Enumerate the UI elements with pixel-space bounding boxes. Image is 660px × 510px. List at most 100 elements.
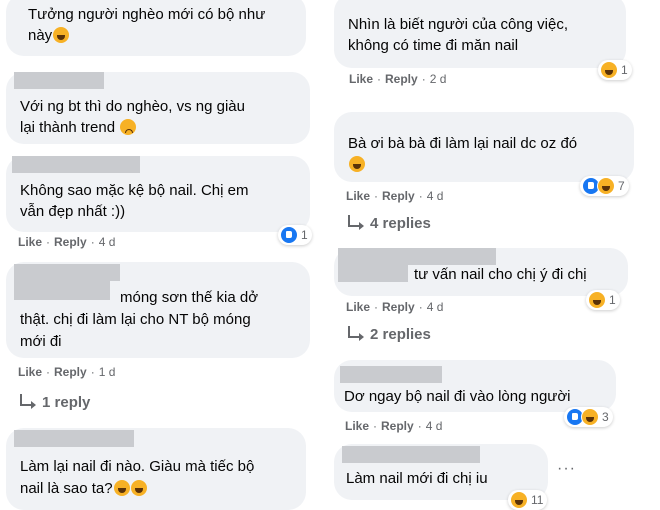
reaction-count: 1 <box>609 293 616 307</box>
comment-bubble: Tưởng người nghèo mới có bộ như này <box>6 0 306 56</box>
comment-text: Với ng bt thì do nghèo, vs ng giàu lại t… <box>20 98 245 136</box>
comment-bubble: Bà ơi bà bà đi làm lại nail dc oz đó <box>334 112 634 182</box>
reaction-summary[interactable]: 7 <box>580 176 629 196</box>
redacted-username <box>338 265 408 282</box>
separator: · <box>90 235 95 249</box>
separator: · <box>46 235 51 249</box>
comment-actions: Like · Reply · 4 d <box>18 235 115 249</box>
reaction-summary[interactable]: 3 <box>564 407 613 427</box>
comment-bubble: Dơ ngay bộ nail đi vào lòng người <box>334 360 616 412</box>
separator: · <box>418 189 423 203</box>
comment-bubble: Nhìn là biết người của công việc, không … <box>334 0 626 68</box>
laughing-emoji-icon <box>349 156 365 172</box>
reply-button[interactable]: Reply <box>382 300 415 314</box>
replies-count: 4 replies <box>370 215 431 232</box>
reply-button[interactable]: Reply <box>54 365 87 379</box>
separator: · <box>90 365 95 379</box>
haha-icon <box>581 408 599 426</box>
separator: · <box>374 189 379 203</box>
comment-actions: Like · Reply · 4 d <box>346 189 443 203</box>
comment-bubble: Không sao mặc kệ bộ nail. Chị em vẫn đẹp… <box>6 156 310 232</box>
timestamp: 2 d <box>429 72 447 86</box>
timestamp: 4 d <box>98 235 116 249</box>
reaction-count: 7 <box>618 179 625 193</box>
comment-bubble: tư vấn nail cho chị ý đi chị <box>334 248 628 296</box>
reaction-summary[interactable]: 1 <box>278 225 312 245</box>
haha-icon <box>510 491 528 509</box>
laughing-emoji-icon <box>113 480 130 496</box>
view-replies-link[interactable]: 4 replies <box>348 214 431 232</box>
more-options-icon[interactable]: ··· <box>557 460 576 478</box>
like-button[interactable]: Like <box>18 235 42 249</box>
reaction-summary[interactable]: 1 <box>586 290 620 310</box>
reaction-summary[interactable]: 11 <box>508 490 548 510</box>
sad-emoji-icon <box>120 119 137 135</box>
reply-arrow-icon <box>348 214 364 230</box>
redacted-username <box>12 156 140 173</box>
comment-bubble: móng sơn thế kia dở thật. chị đi làm lại… <box>6 262 310 358</box>
comment-actions: Like · Reply · 2 d <box>349 72 446 86</box>
like-button[interactable]: Like <box>18 365 42 379</box>
separator: · <box>373 419 378 433</box>
reply-arrow-icon <box>348 325 364 341</box>
laughing-emoji-icon <box>130 480 147 496</box>
redacted-username <box>14 280 110 300</box>
separator: · <box>46 365 51 379</box>
reply-button[interactable]: Reply <box>54 235 87 249</box>
reply-button[interactable]: Reply <box>381 419 414 433</box>
redacted-username <box>14 430 134 447</box>
like-button[interactable]: Like <box>346 189 370 203</box>
view-replies-link[interactable]: 2 replies <box>348 325 431 343</box>
comment-text-line: mới đi <box>20 333 62 350</box>
comment-text-line: nail là sao ta? <box>20 478 147 499</box>
replies-count: 2 replies <box>370 326 431 343</box>
separator: · <box>374 300 379 314</box>
redacted-username <box>14 72 104 89</box>
comment-text-line: móng sơn thế kia dở <box>120 289 259 306</box>
reaction-count: 1 <box>621 63 628 77</box>
laughing-emoji-icon <box>53 27 70 43</box>
haha-icon <box>588 291 606 309</box>
timestamp: 4 d <box>426 300 444 314</box>
replies-count: 1 reply <box>42 394 91 411</box>
reaction-summary[interactable]: 1 <box>598 60 632 80</box>
like-button[interactable]: Like <box>349 72 373 86</box>
redacted-username <box>342 446 480 463</box>
comment-text: Dơ ngay bộ nail đi vào lòng người <box>344 388 571 405</box>
reaction-count: 1 <box>301 228 308 242</box>
separator: · <box>421 72 426 86</box>
comment-text: Nhìn là biết người của công việc, không … <box>348 16 568 54</box>
reaction-count: 3 <box>602 410 609 424</box>
like-button[interactable]: Like <box>345 419 369 433</box>
comment-text: Làm nail mới đi chị iu <box>346 470 488 487</box>
reaction-count: 11 <box>531 493 544 507</box>
comment-text-line: thật. chị đi làm lại cho NT bộ móng <box>20 311 251 328</box>
comment-text-line: Làm lại nail đi nào. Giàu mà tiếc bộ <box>20 458 255 475</box>
reply-button[interactable]: Reply <box>382 189 415 203</box>
redacted-username <box>340 366 442 383</box>
comment-bubble: Với ng bt thì do nghèo, vs ng giàu lại t… <box>6 72 310 144</box>
haha-icon <box>600 61 618 79</box>
comment-actions: Like · Reply · 4 d <box>345 419 442 433</box>
like-button[interactable]: Like <box>346 300 370 314</box>
like-icon <box>280 226 298 244</box>
timestamp: 1 d <box>98 365 116 379</box>
redacted-username <box>14 264 120 281</box>
comment-text: Không sao mặc kệ bộ nail. Chị em vẫn đẹp… <box>20 182 249 220</box>
comment-text: tư vấn nail cho chị ý đi chị <box>414 266 587 283</box>
reply-button[interactable]: Reply <box>385 72 418 86</box>
comment-text: Bà ơi bà bà đi làm lại nail dc oz đó <box>348 133 577 175</box>
timestamp: 4 d <box>425 419 443 433</box>
separator: · <box>417 419 422 433</box>
reply-arrow-icon <box>20 393 36 409</box>
timestamp: 4 d <box>426 189 444 203</box>
comment-actions: Like · Reply · 4 d <box>346 300 443 314</box>
comment-bubble: Làm lại nail đi nào. Giàu mà tiếc bộ nai… <box>6 428 306 510</box>
redacted-username <box>338 248 496 265</box>
haha-icon <box>597 177 615 195</box>
separator: · <box>377 72 382 86</box>
view-replies-link[interactable]: 1 reply <box>20 393 91 411</box>
comment-actions: Like · Reply · 1 d <box>18 365 115 379</box>
comment-text: Tưởng người nghèo mới có bộ như này <box>28 6 266 44</box>
separator: · <box>418 300 423 314</box>
